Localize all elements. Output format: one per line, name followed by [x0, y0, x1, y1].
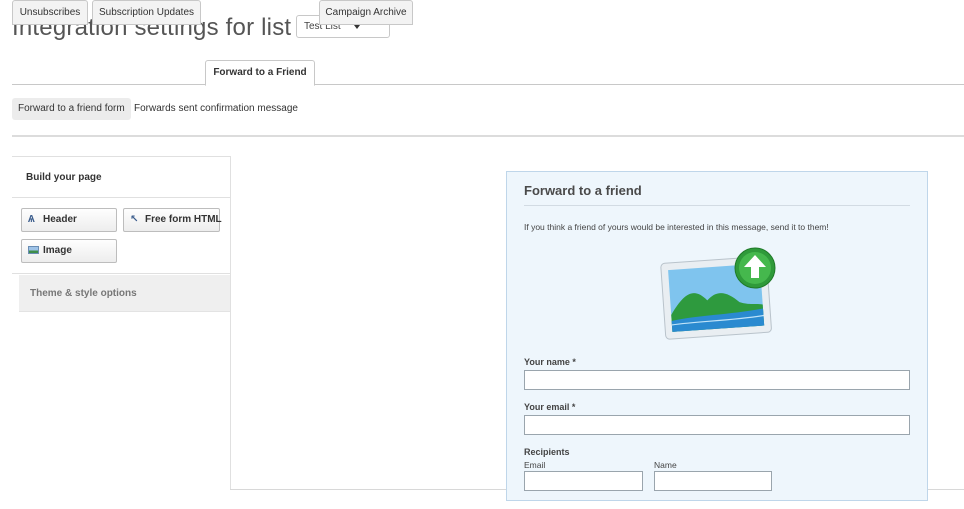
image-widget-label: Image [43, 245, 72, 256]
form-intro-text: If you think a friend of yours would be … [524, 222, 829, 232]
your-name-input[interactable] [524, 370, 910, 390]
your-name-label: Your name * [524, 357, 576, 367]
tab-campaign-archive[interactable]: Campaign Archive [319, 0, 413, 25]
html-icon: ↖ [130, 214, 139, 225]
image-widget-button[interactable]: Image [21, 239, 117, 263]
form-title-rule [524, 205, 910, 206]
header-icon: Ѧ [28, 214, 35, 225]
recipient-name-input[interactable] [654, 471, 772, 491]
your-email-label: Your email * [524, 402, 576, 412]
free-form-html-label: Free form HTML [145, 214, 222, 225]
free-form-html-button[interactable]: ↖ Free form HTML [123, 208, 222, 232]
header-widget-button[interactable]: Ѧ Header [21, 208, 117, 232]
section-divider [12, 135, 964, 137]
tab-divider [12, 84, 964, 85]
tab-unsubscribes[interactable]: Unsubscribes [12, 0, 88, 25]
subtab-forward-form[interactable]: Forward to a friend form [12, 98, 131, 120]
canvas-border [230, 156, 231, 490]
widget-area: Ѧ Header ↖ Free form HTML Image [12, 198, 231, 274]
theme-style-options[interactable]: Theme & style options [19, 275, 230, 312]
image-icon [28, 246, 39, 254]
forward-image-icon [660, 247, 776, 340]
form-title: Forward to a friend [524, 183, 642, 198]
tab-forward-to-a-friend[interactable]: Forward to a Friend [205, 60, 315, 86]
recipients-label: Recipients [524, 447, 570, 457]
forward-form-preview: Forward to a friend If you think a frien… [506, 171, 928, 501]
recipient-email-label: Email [524, 460, 546, 470]
your-email-input[interactable] [524, 415, 910, 435]
subtab-confirmation-message[interactable]: Forwards sent confirmation message [134, 98, 298, 120]
header-widget-label: Header [43, 214, 77, 225]
build-your-page-heading: Build your page [12, 156, 231, 198]
tab-subscription-updates[interactable]: Subscription Updates [92, 0, 201, 25]
chevron-down-icon [354, 25, 360, 29]
recipient-name-label: Name [654, 460, 677, 470]
recipient-email-input[interactable] [524, 471, 643, 491]
